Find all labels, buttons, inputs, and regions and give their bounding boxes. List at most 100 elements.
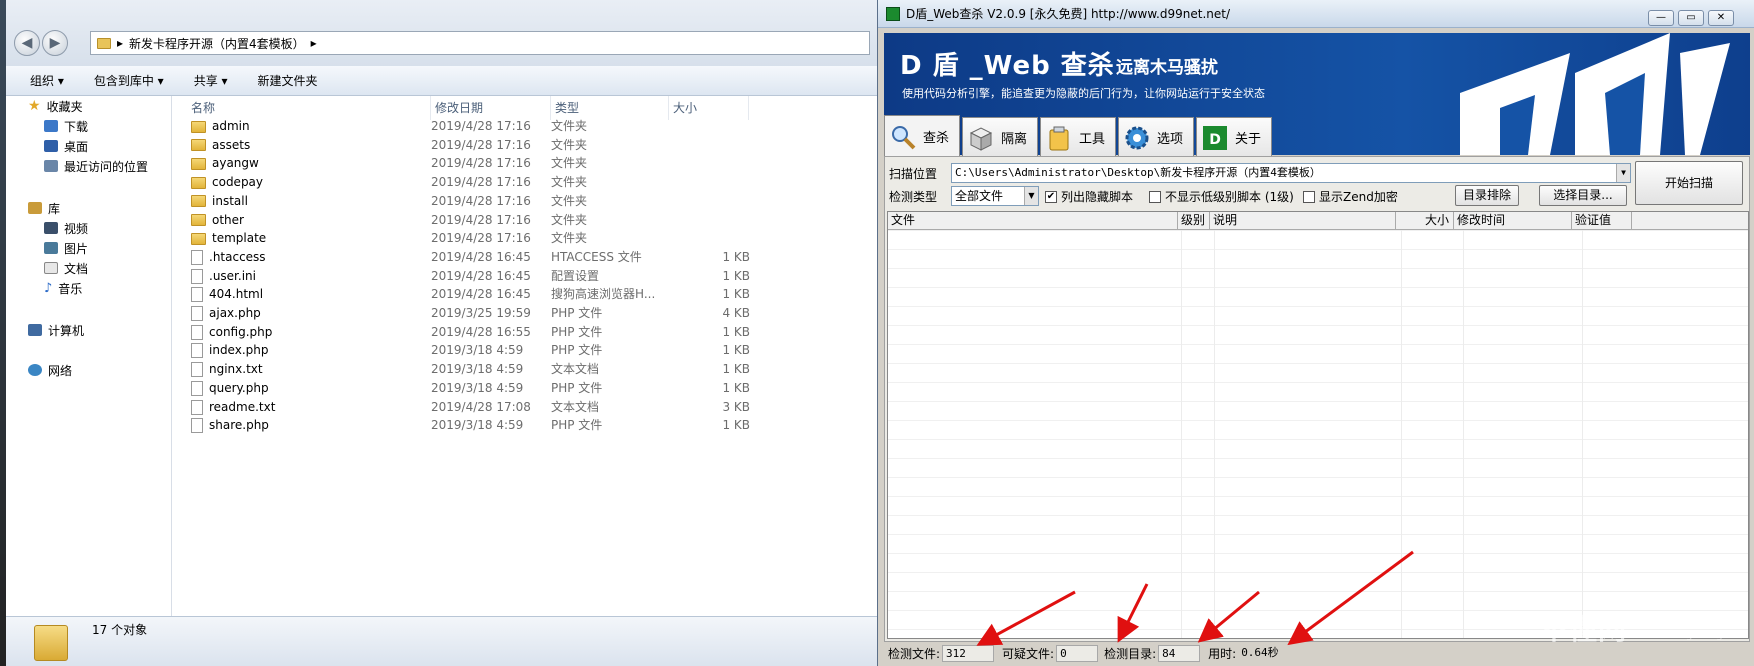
nav-music[interactable]: ♪ 音乐 — [44, 278, 82, 298]
grid-line — [888, 268, 1748, 269]
nav-favorites[interactable]: ★ 收藏夹 — [28, 96, 83, 116]
organize-button[interactable]: 组织 ▾ — [30, 72, 64, 89]
toolbox-icon — [1049, 126, 1069, 150]
hide-lowlevel-checkbox[interactable]: 不显示低级别脚本 (1级) — [1149, 188, 1294, 205]
include-in-library-button[interactable]: 包含到库中 ▾ — [94, 72, 164, 89]
file-icon — [191, 306, 203, 321]
time-label: 用时: — [1208, 646, 1237, 661]
file-list: 名称 修改日期 类型 大小 admin 2019/4/28 17:16 文件夹 ass… — [173, 96, 877, 616]
nav-documents[interactable]: 文档 — [44, 258, 88, 278]
nav-desktop[interactable]: 桌面 — [44, 136, 88, 156]
maximize-button[interactable]: ▭ — [1678, 10, 1704, 26]
breadcrumb-chevron-icon[interactable]: ▸ — [311, 36, 317, 50]
close-button[interactable]: ✕ — [1708, 10, 1734, 26]
d-logo-icon — [1460, 33, 1730, 155]
d-shield-icon: D — [1203, 125, 1227, 150]
folder-icon — [191, 157, 206, 170]
breadcrumb-separator-icon: ▸ — [117, 36, 124, 50]
col-mtime[interactable]: 修改时间 — [1454, 212, 1572, 229]
picture-icon — [44, 242, 58, 254]
file-icon — [191, 362, 203, 378]
address-field[interactable]: ▸ 新发卡程序开源（内置4套模板） ▸ — [90, 31, 870, 55]
folder-icon — [191, 232, 206, 245]
tab-label: 工具 — [1079, 132, 1106, 147]
nav-label: 计算机 — [48, 323, 85, 338]
scan-location-label: 扫描位置 — [889, 167, 938, 181]
star-icon: ★ — [28, 98, 41, 114]
folder-icon — [191, 195, 206, 208]
chevron-down-icon[interactable]: ▼ — [1024, 187, 1038, 205]
forward-button[interactable]: ▶ — [42, 30, 68, 56]
grid-line — [888, 344, 1748, 345]
nav-pictures[interactable]: 图片 — [44, 238, 88, 258]
nav-network[interactable]: 网络 — [28, 360, 72, 380]
file-row[interactable]: share.php 2019/3/18 4:59 PHP 文件 1 KB — [173, 415, 877, 436]
tab-quarantine[interactable]: 隔离 — [962, 117, 1038, 157]
grid-line — [888, 306, 1748, 307]
list-hidden-checkbox[interactable]: ✔ 列出隐藏脚本 — [1045, 188, 1133, 205]
slogan: 使用代码分析引擎，能追查更为隐蔽的后门行为，让你网站运行于安全状态 — [902, 87, 1265, 100]
col-level[interactable]: 级别 — [1178, 212, 1210, 229]
nav-recent[interactable]: 最近访问的位置 — [44, 156, 148, 176]
minimize-button[interactable]: — — [1648, 10, 1674, 26]
file-icon — [191, 418, 203, 434]
suspect-label: 可疑文件: — [1002, 646, 1055, 661]
tab-scan[interactable]: 查杀 — [884, 115, 960, 157]
window-title: D盾_Web查杀 V2.0.9 [永久免费] http://www.d99net… — [906, 7, 1231, 21]
grid-column-line — [1582, 230, 1583, 638]
checkbox-empty-icon[interactable] — [1303, 190, 1315, 203]
computer-icon — [28, 324, 42, 336]
watermark-logo: 不懂网 — [1540, 613, 1628, 646]
gear-icon — [1125, 126, 1149, 149]
download-icon — [44, 120, 58, 132]
nav-videos[interactable]: 视频 — [44, 218, 88, 238]
explorer-window: ◀ ▶ ▸ 新发卡程序开源（内置4套模板） ▸ 组织 ▾ 包含到库中 ▾ 共享 … — [0, 0, 877, 666]
files-value: 312 — [942, 644, 995, 662]
command-bar: 组织 ▾ 包含到库中 ▾ 共享 ▾ 新建文件夹 — [6, 66, 877, 96]
result-table[interactable]: 文件 级别 说明 大小 修改时间 验证值 — [887, 211, 1749, 639]
navigation-pane: ★ 收藏夹 下载 桌面 最近访问的位置 库 视频 图片 文档 ♪ 音乐 计算机 … — [6, 96, 172, 616]
choose-dir-button[interactable]: 选择目录... — [1539, 185, 1627, 206]
app-icon — [886, 6, 900, 21]
start-scan-button[interactable]: 开始扫描 — [1635, 161, 1743, 205]
checkbox-label: 显示Zend加密 — [1319, 190, 1398, 204]
browser-file-icon — [191, 287, 203, 303]
tab-tools[interactable]: 工具 — [1040, 117, 1116, 157]
recent-places-icon — [44, 160, 58, 172]
grid-line — [888, 420, 1748, 421]
file-icon — [191, 324, 203, 340]
breadcrumb-item[interactable]: 新发卡程序开源（内置4套模板） — [129, 35, 305, 52]
show-zend-checkbox[interactable]: 显示Zend加密 — [1303, 188, 1398, 205]
col-file[interactable]: 文件 — [888, 212, 1178, 229]
exclude-dir-button[interactable]: 目录排除 — [1455, 185, 1519, 206]
tab-about[interactable]: D 关于 — [1196, 117, 1272, 157]
tab-options[interactable]: 选项 — [1118, 117, 1194, 157]
chevron-down-icon[interactable]: ▼ — [1616, 164, 1630, 182]
detect-type-select[interactable]: 全部文件 ▼ — [951, 186, 1039, 206]
share-button[interactable]: 共享 ▾ — [194, 72, 228, 89]
checkbox-label: 不显示低级别脚本 (1级) — [1165, 190, 1294, 204]
checkmark-icon[interactable]: ✔ — [1045, 190, 1057, 203]
brand-title: D 盾 _Web 查杀 — [900, 51, 1115, 81]
scan-path-value: C:\Users\Administrator\Desktop\新发卡程序开源（内… — [955, 166, 1321, 179]
col-desc[interactable]: 说明 — [1210, 212, 1396, 229]
new-folder-button[interactable]: 新建文件夹 — [258, 72, 318, 89]
nav-libraries[interactable]: 库 — [28, 198, 60, 218]
nav-computer[interactable]: 计算机 — [28, 320, 84, 340]
back-button[interactable]: ◀ — [14, 30, 40, 56]
scan-path-select[interactable]: C:\Users\Administrator\Desktop\新发卡程序开源（内… — [951, 163, 1631, 183]
nav-label: 图片 — [64, 241, 89, 256]
title-bar: D盾_Web查杀 V2.0.9 [永久免费] http://www.d99net… — [878, 0, 1754, 28]
tab-strip: 查杀 隔离 工具 选项 D 关于 — [884, 115, 1272, 157]
file-icon — [191, 399, 203, 415]
box-icon — [969, 126, 993, 151]
nav-downloads[interactable]: 下载 — [44, 116, 88, 136]
folder-icon — [191, 214, 206, 226]
col-hash[interactable]: 验证值 — [1572, 212, 1632, 229]
grid-line — [888, 401, 1748, 402]
watermark-subtitle: 爱分享 — [1648, 612, 1681, 625]
col-size[interactable]: 大小 — [1396, 212, 1454, 229]
checkbox-empty-icon[interactable] — [1149, 190, 1161, 203]
nav-label: 桌面 — [64, 139, 89, 154]
grid-line — [888, 325, 1748, 326]
